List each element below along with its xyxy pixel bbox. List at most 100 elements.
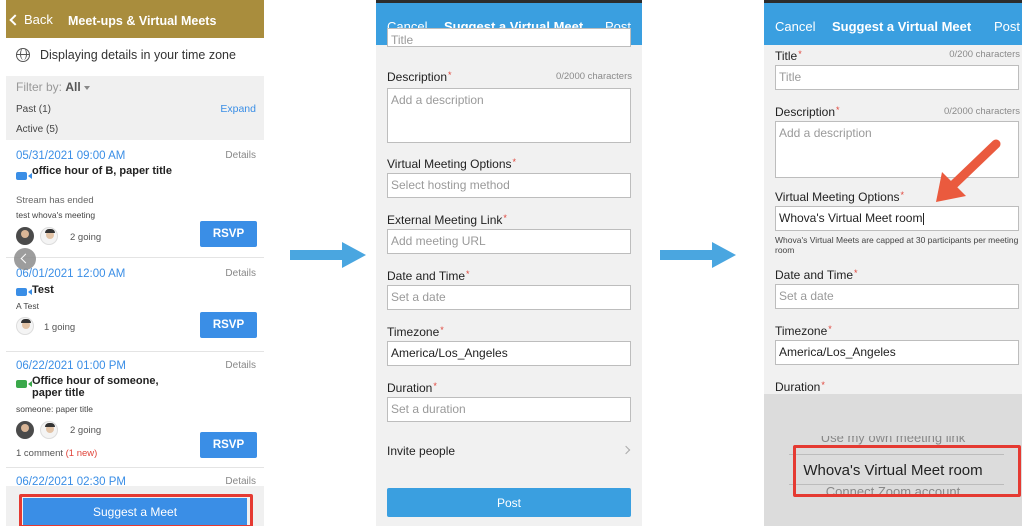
back-label: Back: [24, 12, 53, 27]
meet-title: office hour of B, paper title: [32, 165, 172, 177]
meeting-url-field[interactable]: Add meeting URL: [387, 229, 631, 254]
chevron-left-icon: [9, 13, 21, 26]
date-field[interactable]: Set a date: [387, 285, 631, 310]
details-link[interactable]: Details: [225, 150, 256, 161]
comment-label: 1 comment: [16, 448, 63, 459]
required-mark: *: [512, 157, 517, 167]
date-field[interactable]: Set a date: [775, 284, 1019, 309]
rsvp-button[interactable]: RSVP: [200, 312, 257, 338]
status-strip: [764, 0, 1022, 3]
cancel-button[interactable]: Cancel: [775, 19, 815, 34]
required-mark: *: [821, 380, 825, 390]
going-count: 2 going: [70, 232, 102, 243]
description-label-text: Description: [775, 105, 836, 119]
required-mark: *: [798, 49, 802, 59]
description-label: Description*: [387, 70, 452, 84]
options-label: Virtual Meeting Options*: [775, 190, 904, 204]
filter-label: Filter by:: [16, 80, 63, 94]
picker-selected-option[interactable]: Whova's Virtual Meet room: [764, 462, 1022, 479]
options-label: Virtual Meeting Options*: [387, 157, 516, 171]
required-mark: *: [466, 269, 470, 279]
duration-label: Duration*: [775, 380, 825, 394]
options-label-text: Virtual Meeting Options: [775, 190, 900, 204]
duration-label-text: Duration: [387, 381, 433, 395]
timezone-label-text: Timezone: [775, 324, 828, 338]
hosting-method-field[interactable]: Select hosting method: [387, 173, 631, 198]
title-field[interactable]: Title: [387, 28, 631, 47]
duration-field[interactable]: Set a duration: [387, 397, 631, 422]
rsvp-button[interactable]: RSVP: [200, 221, 257, 247]
meet-list-item[interactable]: 06/22/2021 01:00 PM Details Office hour …: [6, 352, 264, 468]
filter-dropdown[interactable]: Filter by: All: [16, 80, 90, 94]
description-field[interactable]: Add a description: [387, 88, 631, 143]
details-link[interactable]: Details: [225, 268, 256, 279]
required-mark: *: [503, 213, 507, 223]
hosting-method-picker[interactable]: Use my own meeting link Whova's Virtual …: [764, 394, 1022, 526]
meet-list-item[interactable]: 06/01/2021 12:00 AM Details Test A Test …: [6, 258, 264, 352]
video-icon: [16, 380, 32, 388]
details-link[interactable]: Details: [225, 360, 256, 371]
comment-count[interactable]: 1 comment (1 new): [16, 448, 97, 459]
avatar: [16, 421, 34, 439]
post-button[interactable]: Post: [387, 488, 631, 517]
meet-list-item[interactable]: 05/31/2021 09:00 AM Details office hour …: [6, 140, 264, 258]
meet-description: test whova's meeting: [16, 210, 96, 220]
scroll-left-button[interactable]: [14, 248, 36, 270]
suggest-virtual-meet-screen-selected: Cancel Suggest a Virtual Meet Post Title…: [764, 0, 1022, 526]
picker-option[interactable]: Use my own meeting link: [764, 436, 1022, 447]
picker-option[interactable]: Connect Zoom account: [764, 486, 1022, 496]
required-mark: *: [828, 324, 832, 334]
invite-people-row[interactable]: Invite people: [376, 432, 642, 470]
meet-title: Office hour of someone, paper title: [32, 375, 159, 399]
link-label-text: External Meeting Link: [387, 213, 503, 227]
active-count: Active (5): [16, 124, 59, 135]
date-label-text: Date and Time: [387, 269, 466, 283]
going-count: 2 going: [70, 425, 102, 436]
date-label-text: Date and Time: [775, 268, 854, 282]
past-count: Past (1): [16, 104, 52, 115]
suggest-meet-button[interactable]: Suggest a Meet: [23, 498, 247, 526]
meet-date: 05/31/2021 09:00 AM: [16, 150, 126, 162]
avatar: [16, 317, 34, 335]
picker-divider: [789, 454, 1004, 455]
invite-label: Invite people: [387, 444, 456, 458]
new-comment-badge: (1 new): [65, 448, 98, 459]
bottom-bar: Suggest a Meet: [6, 486, 264, 526]
filter-section: Filter by: All Past (1) Expand Active (5…: [6, 76, 264, 140]
timezone-text: Displaying details in your time zone: [40, 48, 236, 62]
required-mark: *: [448, 70, 452, 80]
red-arrow-icon: [936, 139, 1001, 202]
post-nav-button[interactable]: Post: [994, 19, 1020, 34]
text-cursor: [923, 212, 925, 225]
meet-date: 06/01/2021 12:00 AM: [16, 268, 126, 280]
link-label: External Meeting Link*: [387, 213, 507, 227]
back-button[interactable]: Back: [9, 12, 53, 27]
character-count: 0/200 characters: [949, 49, 1020, 60]
rsvp-button[interactable]: RSVP: [200, 432, 257, 458]
status-strip: [376, 0, 642, 3]
timezone-label: Timezone*: [775, 324, 832, 338]
chevron-right-icon: [621, 445, 631, 455]
page-title: Suggest a Virtual Meet: [832, 19, 972, 34]
title-field[interactable]: Title: [775, 65, 1019, 90]
stream-icon: [16, 288, 32, 296]
options-label-text: Virtual Meeting Options: [387, 157, 512, 171]
expand-link[interactable]: Expand: [220, 103, 256, 115]
title-placeholder: Title: [391, 33, 414, 47]
caret-down-icon: [83, 85, 90, 90]
timezone-field[interactable]: America/Los_Angeles: [775, 340, 1019, 365]
required-mark: *: [854, 268, 858, 278]
date-label: Date and Time*: [775, 268, 858, 282]
going-count: 1 going: [44, 322, 76, 333]
timezone-field[interactable]: America/Los_Angeles: [387, 341, 631, 366]
arrow-right-icon: [290, 242, 366, 268]
date-label: Date and Time*: [387, 269, 470, 283]
hosting-method-value: Whova's Virtual Meet room: [779, 211, 923, 225]
capacity-hint: Whova's Virtual Meets are capped at 30 p…: [775, 235, 1019, 255]
picker-option-text: Connect Zoom account: [825, 486, 961, 496]
required-mark: *: [836, 105, 840, 115]
picker-option-text: Use my own meeting link: [820, 436, 966, 445]
avatar: [16, 227, 34, 245]
description-label-text: Description: [387, 70, 448, 84]
meet-description: A Test: [16, 301, 39, 311]
